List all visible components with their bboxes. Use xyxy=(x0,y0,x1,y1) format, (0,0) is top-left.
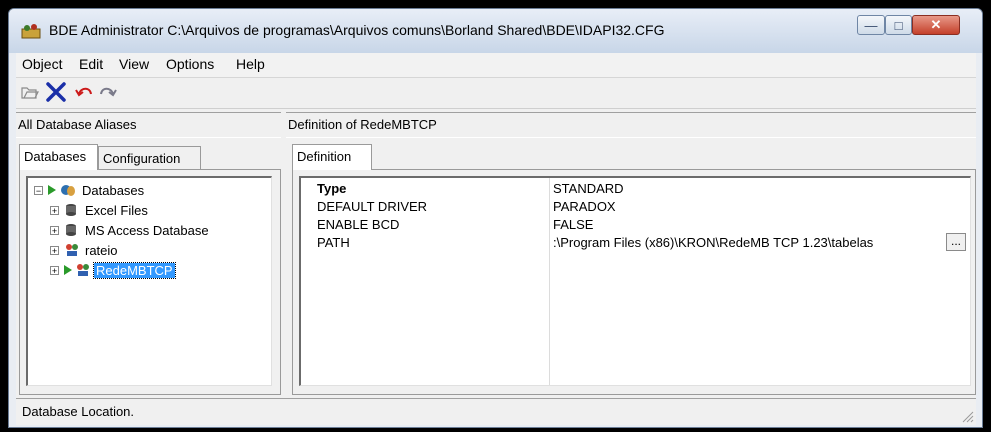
definition-grid[interactable]: Type STANDARD DEFAULT DRIVER PARADOX ENA… xyxy=(299,176,971,386)
property-value: FALSE xyxy=(553,217,594,232)
right-header-bar: Definition of RedeMBTCP xyxy=(286,112,976,138)
property-name: Type xyxy=(317,181,347,196)
play-arrow-icon xyxy=(48,185,56,195)
menu-bar: Object Edit View Options Help xyxy=(16,53,976,78)
definition-panel: Type STANDARD DEFAULT DRIVER PARADOX ENA… xyxy=(292,169,976,395)
play-arrow-icon xyxy=(64,265,72,275)
status-text: Database Location. xyxy=(22,404,135,419)
tab-definition-label: Definition xyxy=(297,149,352,164)
minimize-button[interactable]: — xyxy=(857,15,885,35)
alias-icon xyxy=(77,264,89,276)
open-icon xyxy=(21,87,39,99)
close-icon: ✕ xyxy=(930,17,942,32)
collapse-icon[interactable]: − xyxy=(34,185,43,195)
databases-icon xyxy=(61,185,75,196)
menu-object[interactable]: Object xyxy=(22,56,62,72)
delete-button[interactable] xyxy=(44,80,68,104)
menu-view[interactable]: View xyxy=(119,56,149,72)
expand-icon[interactable]: + xyxy=(50,205,59,215)
tree-item-excel-files[interactable]: + Excel Files xyxy=(50,200,150,220)
title-bar[interactable]: BDE Administrator C:\Arquivos de program… xyxy=(9,9,982,53)
property-value: STANDARD xyxy=(553,181,624,196)
property-value: PARADOX xyxy=(553,199,616,214)
database-icon xyxy=(66,204,76,216)
tab-configuration[interactable]: Configuration xyxy=(98,146,201,170)
tree-root-databases[interactable]: − Databases xyxy=(34,180,146,200)
tree-item-rateio[interactable]: + rateio xyxy=(50,240,120,260)
tree-item-redembtcp[interactable]: + RedeMBTCP xyxy=(50,260,176,280)
tab-definition[interactable]: Definition xyxy=(292,144,372,170)
definition-row-default-driver[interactable]: DEFAULT DRIVER PARADOX xyxy=(301,198,970,216)
databases-panel: − Databases + Excel Files + MS Access Da… xyxy=(19,169,281,395)
database-tree[interactable]: − Databases + Excel Files + MS Access Da… xyxy=(26,176,272,386)
expand-icon[interactable]: + xyxy=(50,245,59,255)
path-value-field[interactable]: :\Program Files (x86)\KRON\RedeMB TCP 1.… xyxy=(553,235,873,250)
delete-icon xyxy=(46,82,66,102)
bde-administrator-window: BDE Administrator C:\Arquivos de program… xyxy=(8,8,983,428)
tree-item-label: MS Access Database xyxy=(85,222,209,238)
tree-item-label-selected: RedeMBTCP xyxy=(93,261,176,279)
undo-icon xyxy=(75,87,92,97)
database-icon xyxy=(66,224,76,236)
tree-root-label: Databases xyxy=(82,182,145,198)
menu-help[interactable]: Help xyxy=(236,56,265,72)
minimize-icon: — xyxy=(864,17,878,33)
close-button[interactable]: ✕ xyxy=(912,15,960,35)
tab-databases[interactable]: Databases xyxy=(19,144,98,170)
client-area: Object Edit View Options Help All Databa… xyxy=(16,53,976,425)
browse-path-button[interactable]: ... xyxy=(946,233,966,251)
maximize-icon: □ xyxy=(894,17,903,33)
left-header-title: All Database Aliases xyxy=(18,117,137,132)
redo-icon xyxy=(100,87,117,97)
tree-item-ms-access[interactable]: + MS Access Database xyxy=(50,220,211,240)
status-bar: Database Location. xyxy=(16,398,976,425)
resize-grip-icon[interactable] xyxy=(960,409,974,423)
expand-icon[interactable]: + xyxy=(50,225,59,235)
definition-row-type[interactable]: Type STANDARD xyxy=(301,180,970,198)
menu-edit[interactable]: Edit xyxy=(79,56,103,72)
alias-icon xyxy=(66,244,78,256)
tab-configuration-label: Configuration xyxy=(103,151,181,166)
toolbar xyxy=(16,78,976,109)
tree-item-label: rateio xyxy=(85,242,118,258)
tree-item-label: Excel Files xyxy=(85,202,148,218)
bde-app-icon xyxy=(21,24,41,39)
expand-icon[interactable]: + xyxy=(50,265,59,275)
property-name: ENABLE BCD xyxy=(317,217,400,232)
open-button[interactable] xyxy=(18,80,42,104)
maximize-button[interactable]: □ xyxy=(885,15,912,35)
left-header-bar: All Database Aliases xyxy=(16,112,281,138)
property-name: PATH xyxy=(317,235,350,250)
property-name: DEFAULT DRIVER xyxy=(317,199,428,214)
menu-options[interactable]: Options xyxy=(166,56,214,72)
tab-databases-label: Databases xyxy=(24,149,87,164)
undo-button[interactable] xyxy=(72,80,96,104)
definition-row-path[interactable]: PATH :\Program Files (x86)\KRON\RedeMB T… xyxy=(301,233,970,252)
definition-row-enable-bcd[interactable]: ENABLE BCD FALSE xyxy=(301,216,970,234)
window-title: BDE Administrator C:\Arquivos de program… xyxy=(49,22,665,38)
redo-button[interactable] xyxy=(96,80,120,104)
right-header-title: Definition of RedeMBTCP xyxy=(288,117,437,132)
